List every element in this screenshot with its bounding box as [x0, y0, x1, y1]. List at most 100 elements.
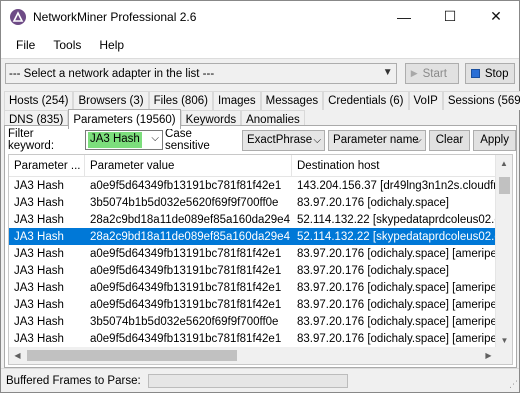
chevron-down-icon: ⌵: [414, 134, 422, 146]
column-header-parameter-name[interactable]: Parameter ...: [9, 155, 85, 176]
clear-button[interactable]: Clear: [428, 129, 471, 151]
column-header-parameter-value[interactable]: Parameter value: [85, 155, 292, 176]
tab-messages[interactable]: Messages: [260, 91, 324, 110]
apply-button[interactable]: Apply: [473, 129, 516, 151]
status-bar: Buffered Frames to Parse: ⋰: [1, 368, 519, 392]
table-cell: a0e9f5d64349fb13191bc781f81f42e1: [90, 264, 282, 277]
vertical-scrollbar[interactable]: ▲ ▼: [495, 155, 512, 349]
table-cell: JA3 Hash: [14, 315, 64, 328]
vertical-scroll-thumb[interactable]: [499, 177, 510, 194]
table-cell: a0e9f5d64349fb13191bc781f81f42e1: [90, 179, 282, 192]
table-row[interactable]: JA3 Hash a0e9f5d64349fb13191bc781f81f42e1…: [9, 177, 512, 194]
table-cell: a0e9f5d64349fb13191bc781f81f42e1: [90, 281, 282, 294]
column-header-destination-host[interactable]: Destination host: [292, 155, 496, 176]
stop-label: Stop: [484, 67, 509, 80]
table-cell: 3b5074b1b5d032e5620f69f9f700ff0e: [90, 196, 279, 209]
stop-button[interactable]: Stop: [464, 63, 515, 84]
tab-browsers[interactable]: Browsers (3): [73, 91, 149, 110]
start-button[interactable]: ▶ Start: [404, 63, 459, 84]
table-cell: 52.114.132.22 [skypedataprdcoleus02.cl: [297, 213, 496, 226]
table-cell: 143.204.156.37 [dr49lng3n1n2s.cloudfront: [297, 179, 496, 192]
table-row[interactable]: JA3 Hash 3b5074b1b5d032e5620f69f9f700ff0e…: [9, 313, 512, 330]
case-sensitive-checkbox[interactable]: Case sensitive: [165, 128, 238, 152]
horizontal-scroll-thumb[interactable]: [27, 350, 237, 361]
table-cell: 83.97.20.176 [odichaly.space] [ameripem: [297, 298, 496, 311]
table-cell: JA3 Hash: [14, 298, 64, 311]
stop-icon: [470, 69, 480, 78]
match-mode-dropdown[interactable]: ExactPhrase ⌵: [241, 129, 326, 151]
menu-bar: File Tools Help: [1, 32, 519, 58]
menu-file[interactable]: File: [7, 38, 44, 52]
table-cell: JA3 Hash: [14, 213, 64, 226]
table-row[interactable]: JA3 Hash a0e9f5d64349fb13191bc781f81f42e1…: [9, 262, 512, 279]
filter-keyword-label: Filter keyword:: [8, 128, 55, 152]
table-cell: 83.97.20.176 [odichaly.space] [ameripem: [297, 332, 496, 345]
filter-keyword-value: JA3 Hash: [87, 132, 142, 148]
table-cell: 28a2c9bd18a11de089ef85a160da29e4: [90, 230, 290, 243]
table-cell: 83.97.20.176 [odichaly.space]: [297, 264, 449, 277]
scroll-up-icon[interactable]: ▲: [496, 155, 512, 172]
maximize-button[interactable]: ☐: [427, 1, 473, 32]
horizontal-scrollbar[interactable]: ◀ ▶: [9, 347, 497, 364]
resize-grip-icon[interactable]: ⋰: [509, 379, 518, 390]
table-row[interactable]: JA3 Hash a0e9f5d64349fb13191bc781f81f42e1…: [9, 279, 512, 296]
tab-parameters[interactable]: Parameters (19560): [68, 109, 181, 129]
table-cell: JA3 Hash: [14, 179, 64, 192]
menu-help[interactable]: Help: [90, 38, 133, 52]
table-cell: a0e9f5d64349fb13191bc781f81f42e1: [90, 247, 282, 260]
field-dropdown[interactable]: Parameter name ⌵: [328, 129, 426, 151]
table-row[interactable]: JA3 Hash 3b5074b1b5d032e5620f69f9f700ff0e…: [9, 194, 512, 211]
menu-tools[interactable]: Tools: [44, 38, 90, 52]
networkminer-logo-icon: [10, 8, 26, 25]
scroll-left-icon[interactable]: ◀: [9, 347, 26, 364]
table-cell: 83.97.20.176 [odichaly.space]: [297, 196, 449, 209]
table-row[interactable]: JA3 Hash a0e9f5d64349fb13191bc781f81f42e1…: [9, 245, 512, 262]
buffered-frames-label: Buffered Frames to Parse:: [6, 374, 141, 387]
table-cell: JA3 Hash: [14, 230, 64, 243]
filter-keyword-combo[interactable]: JA3 Hash ⌵: [84, 130, 164, 150]
table-cell: 52.114.132.22 [skypedataprdcoleus02.cl: [297, 230, 496, 243]
table-cell: 28a2c9bd18a11de089ef85a160da29e4: [90, 213, 290, 226]
start-label: Start: [422, 67, 447, 80]
table-row[interactable]: JA3 Hash 28a2c9bd18a11de089ef85a160da29e4…: [9, 228, 512, 245]
table-cell: 83.97.20.176 [odichaly.space] [ameripem: [297, 247, 496, 260]
field-value: Parameter name: [333, 134, 419, 146]
table-row[interactable]: JA3 Hash 28a2c9bd18a11de089ef85a160da29e4…: [9, 211, 512, 228]
table-cell: JA3 Hash: [14, 281, 64, 294]
tab-voip[interactable]: VoIP: [408, 91, 443, 110]
table-cell: 83.97.20.176 [odichaly.space] [ameripem: [297, 281, 496, 294]
table-cell: 3b5074b1b5d032e5620f69f9f700ff0e: [90, 315, 279, 328]
adapter-toolbar: --- Select a network adapter in the list…: [1, 58, 519, 88]
tab-images[interactable]: Images: [212, 91, 261, 110]
tab-sessions[interactable]: Sessions (569): [442, 91, 520, 110]
play-icon: ▶: [410, 68, 418, 78]
table-row[interactable]: JA3 Hash a0e9f5d64349fb13191bc781f81f42e1…: [9, 296, 512, 313]
main-window: NetworkMiner Professional 2.6 — ☐ ✕ File…: [0, 0, 520, 393]
scroll-corner: [495, 347, 512, 364]
table-cell: a0e9f5d64349fb13191bc781f81f42e1: [90, 332, 282, 345]
network-adapter-dropdown[interactable]: --- Select a network adapter in the list…: [5, 63, 397, 84]
table-cell: 83.97.20.176 [odichaly.space] [ameripem: [297, 315, 496, 328]
tab-files[interactable]: Files (806): [148, 91, 213, 110]
chevron-down-icon: ⌵: [151, 133, 160, 144]
filter-bar: Filter keyword: JA3 Hash ⌵ Case sensitiv…: [5, 126, 516, 154]
table-body: JA3 Hash a0e9f5d64349fb13191bc781f81f42e1…: [9, 177, 512, 364]
table-cell: JA3 Hash: [14, 332, 64, 345]
minimize-button[interactable]: —: [381, 1, 427, 32]
chevron-down-icon: ⌵: [313, 134, 322, 146]
close-button[interactable]: ✕: [473, 1, 519, 32]
tab-hosts[interactable]: Hosts (254): [4, 91, 74, 110]
chevron-down-icon: ▼: [382, 67, 393, 78]
parameters-table: Parameter ... Parameter value Destinatio…: [8, 154, 513, 365]
table-header: Parameter ... Parameter value Destinatio…: [9, 155, 512, 177]
tab-strip-row1: Hosts (254) Browsers (3) Files (806) Ima…: [1, 91, 520, 110]
parameters-panel: Filter keyword: JA3 Hash ⌵ Case sensitiv…: [4, 125, 517, 368]
table-cell: JA3 Hash: [14, 264, 64, 277]
tab-credentials[interactable]: Credentials (6): [323, 91, 409, 110]
table-cell: JA3 Hash: [14, 196, 64, 209]
adapter-selected-value: --- Select a network adapter in the list…: [9, 67, 215, 80]
match-mode-value: ExactPhrase: [246, 134, 313, 146]
title-bar: NetworkMiner Professional 2.6 — ☐ ✕: [1, 1, 519, 32]
table-row[interactable]: JA3 Hash a0e9f5d64349fb13191bc781f81f42e1…: [9, 330, 512, 347]
table-cell: a0e9f5d64349fb13191bc781f81f42e1: [90, 298, 282, 311]
